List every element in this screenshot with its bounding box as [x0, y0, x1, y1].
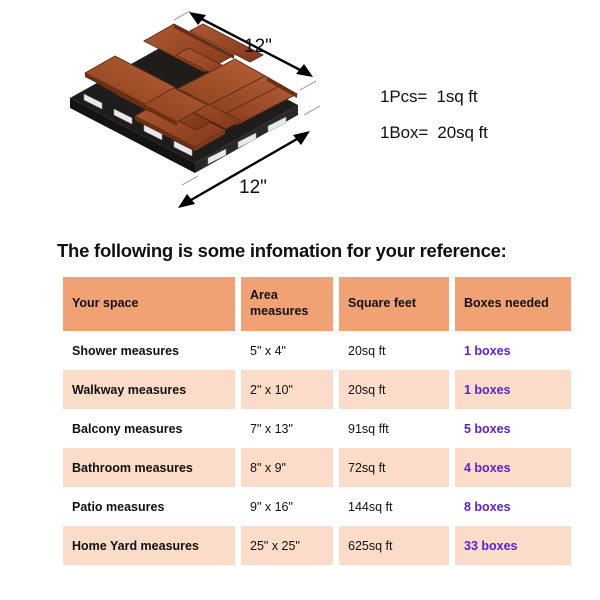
- dimension-bottom-label: 12": [239, 177, 267, 198]
- table-header-row: Your space Area measures Square feet Box…: [63, 277, 571, 331]
- cell-area-measures: 9" x 16": [250, 499, 293, 514]
- cell-area-measures: 25" x 25": [241, 526, 333, 565]
- cell-boxes-needed: 33 boxes: [455, 526, 571, 565]
- table-row: Home Yard measures 25" x 25" 625sq ft 33 bo…: [63, 526, 571, 565]
- cell-area-measures: 2" x 10": [241, 370, 333, 409]
- product-illustration: 12" 12" 1Pcs= 1sq ft 1Box= 20sq ft: [0, 0, 600, 232]
- spec-line-pcs: 1Pcs= 1sq ft: [380, 87, 478, 106]
- table-row: Walkway measures 2" x 10" 20sq ft 1 boxes: [63, 370, 571, 409]
- spec-text-block: 1Pcs= 1sq ft 1Box= 20sq ft: [380, 88, 590, 141]
- cell-boxes-needed: 1 boxes: [455, 370, 571, 409]
- cell-your-space: Bathroom measures: [63, 448, 235, 487]
- cell-area-measures: 5" x 4": [250, 343, 286, 358]
- cell-square-feet: 144sq ft: [348, 499, 393, 514]
- cell-your-space: Shower measures: [72, 343, 179, 358]
- cell-boxes-needed: 8 boxes: [464, 499, 511, 514]
- wood-deck-tile-diagram: 12" 12": [70, 10, 321, 208]
- cell-square-feet: 72sq ft: [339, 448, 449, 487]
- reference-heading: The following is some infomation for you…: [57, 240, 507, 261]
- cell-square-feet: 20sq ft: [348, 343, 386, 358]
- cell-boxes-needed: 4 boxes: [455, 448, 571, 487]
- table-row: Balcony measures 7" x 13" 91sq fft 5 boxes: [63, 409, 571, 448]
- column-header-your-space: Your space: [63, 277, 235, 331]
- cell-your-space: Walkway measures: [63, 370, 235, 409]
- column-header-area-measures: Area measures: [241, 277, 333, 331]
- cell-your-space: Balcony measures: [72, 421, 183, 436]
- spec-line-box: 1Box= 20sq ft: [380, 123, 488, 142]
- reference-table: Your space Area measures Square feet Box…: [57, 277, 577, 565]
- cell-your-space: Home Yard measures: [63, 526, 235, 565]
- column-header-boxes-needed: Boxes needed: [455, 277, 571, 331]
- cell-area-measures: 7" x 13": [250, 421, 293, 436]
- table-row: Shower measures 5" x 4" 20sq ft 1 boxes: [63, 331, 571, 370]
- cell-boxes-needed: 1 boxes: [464, 343, 511, 358]
- cell-area-measures: 8" x 9": [241, 448, 333, 487]
- cell-square-feet: 91sq fft: [348, 421, 389, 436]
- cell-square-feet: 20sq ft: [339, 370, 449, 409]
- dimension-top-label: 12": [244, 36, 272, 57]
- table-header: Your space Area measures Square feet Box…: [63, 277, 571, 331]
- cell-boxes-needed: 5 boxes: [464, 421, 511, 436]
- table-row: Bathroom measures 8" x 9" 72sq ft 4 boxes: [63, 448, 571, 487]
- table-row: Patio measures 9" x 16" 144sq ft 8 boxes: [63, 487, 571, 526]
- table-body: Shower measures 5" x 4" 20sq ft 1 boxes Walk…: [63, 331, 571, 565]
- column-header-square-feet: Square feet: [339, 277, 449, 331]
- cell-square-feet: 625sq ft: [339, 526, 449, 565]
- cell-your-space: Patio measures: [72, 499, 165, 514]
